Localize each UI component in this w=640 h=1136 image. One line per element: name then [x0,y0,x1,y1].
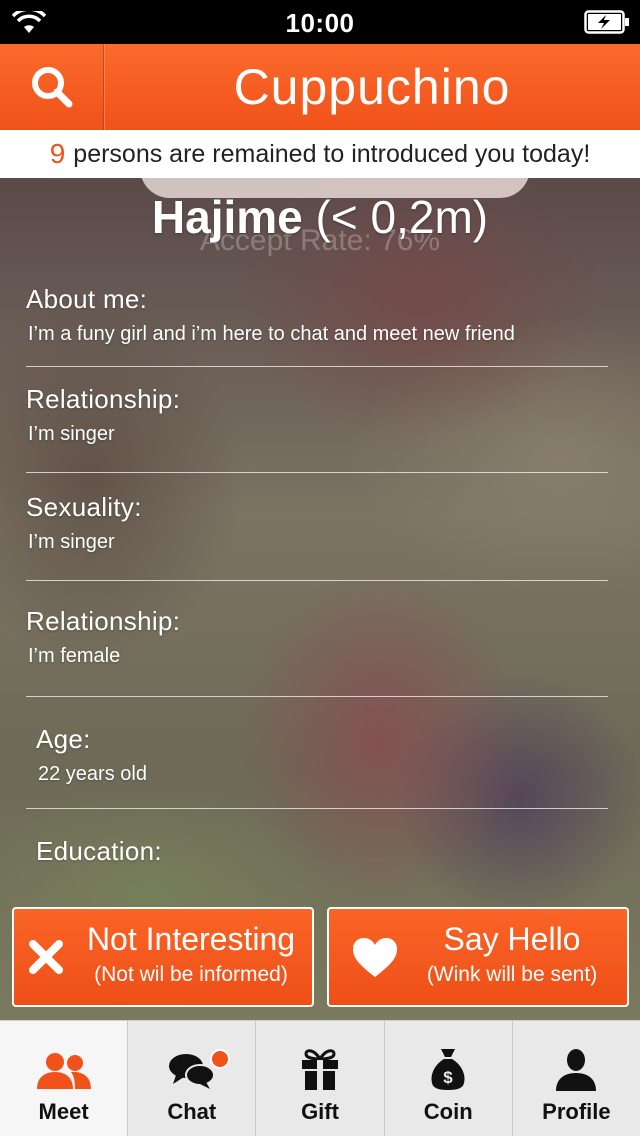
chat-notification-badge [210,1049,231,1069]
info-section-sexuality: Sexuality: I’m singer [26,492,608,581]
tab-profile[interactable]: Profile [513,1021,640,1136]
info-value: 22 years old [38,763,147,785]
profile-distance: (< 0,2m) [315,191,489,243]
chat-bubbles-icon [168,1031,216,1091]
app-title: Cuppuchino [233,59,511,115]
tab-coin[interactable]: $ Coin [385,1021,513,1136]
gift-icon [300,1031,340,1091]
profile-heading: Hajime (< 0,2m) [0,190,640,244]
svg-text:$: $ [443,1068,453,1087]
tab-label: Gift [301,1099,339,1124]
info-label: Age: [36,724,91,754]
app-header: Cuppuchino [0,44,640,130]
status-bar: 10:00 [0,0,640,44]
info-section-age: Age: 22 years old [26,724,608,809]
tab-label: Meet [38,1099,89,1124]
close-icon [28,939,64,980]
status-time: 10:00 [285,8,355,38]
tab-chat[interactable]: Chat [128,1021,257,1136]
banner-text: persons are remained to introduced you t… [73,139,591,168]
info-value: I’m singer [28,531,115,553]
profile-name: Hajime [151,191,303,243]
info-label: Sexuality: [26,492,142,522]
say-hello-subtitle: (Wink will be sent) [426,963,598,986]
tab-meet[interactable]: Meet [0,1021,129,1136]
info-section-about: About me: I’m a funy girl and i’m here t… [26,284,608,367]
info-value: I’m female [28,645,121,667]
not-interesting-button[interactable]: Not Interesting (Not wil be informed) [12,907,314,1007]
tab-gift[interactable]: Gift [256,1021,385,1136]
remaining-count: 9 [49,138,66,169]
not-interesting-subtitle: (Not wil be informed) [94,963,288,986]
info-label: Relationship: [26,384,181,414]
info-section-education: Education: [26,836,608,896]
tab-label: Chat [167,1099,217,1124]
info-label: Relationship: [26,606,181,636]
info-label: About me: [26,284,148,314]
not-interesting-label: Not Interesting [86,921,296,957]
person-icon [554,1031,598,1091]
tab-bar: Meet Chat Gift $ Coin Profile [0,1020,640,1136]
info-section-relationship: Relationship: I’m singer [26,384,608,473]
search-button[interactable] [0,44,104,130]
battery-charging-icon [584,10,630,39]
users-icon [35,1031,93,1091]
info-value: I’m a funy girl and i’m here to chat and… [28,323,515,345]
search-icon [31,67,72,108]
money-bag-icon: $ [428,1031,468,1091]
remaining-introductions-banner: 9 persons are remained to introduced you… [0,130,640,178]
tab-label: Coin [423,1099,473,1124]
say-hello-button[interactable]: Say Hello (Wink will be sent) [327,907,629,1007]
say-hello-label: Say Hello [443,921,581,957]
info-label: Education: [36,836,162,866]
info-section-relationship-2: Relationship: I’m female [26,606,608,697]
info-value: I’m singer [28,423,115,445]
tab-label: Profile [542,1099,611,1124]
heart-icon [351,937,399,984]
